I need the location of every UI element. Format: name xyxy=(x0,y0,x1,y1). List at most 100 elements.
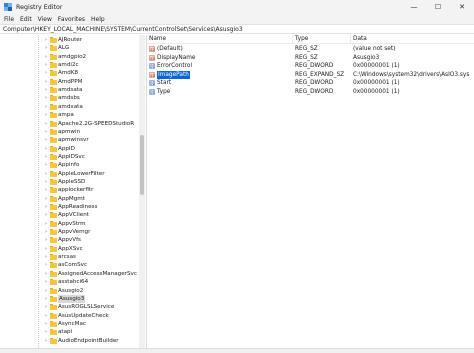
menu-help[interactable]: Help xyxy=(91,16,105,23)
tree-item[interactable]: › AudioEndpointBuilder xyxy=(0,337,140,345)
chevron-right-icon[interactable]: › xyxy=(43,236,49,244)
chevron-right-icon[interactable]: › xyxy=(43,44,49,52)
minimize-button[interactable]: — xyxy=(402,0,426,14)
tree-item[interactable]: › AppleLowerFilter xyxy=(0,170,140,178)
menu-view[interactable]: View xyxy=(38,16,52,23)
chevron-right-icon[interactable]: › xyxy=(43,111,49,119)
column-header-name[interactable]: Name xyxy=(147,35,293,44)
tree-item[interactable]: › AppvStrm xyxy=(0,220,140,228)
tree-item[interactable]: › atapi xyxy=(0,328,140,336)
tree-item[interactable]: › AppReadiness xyxy=(0,203,140,211)
chevron-right-icon[interactable]: › xyxy=(43,228,49,236)
chevron-right-icon[interactable]: › xyxy=(43,261,49,269)
chevron-right-icon[interactable]: › xyxy=(43,195,49,203)
chevron-right-icon[interactable]: › xyxy=(43,153,49,161)
bottom-scrollbar[interactable] xyxy=(0,348,474,353)
tree-item[interactable]: › AppMgmt xyxy=(0,195,140,203)
tree-item[interactable]: › AppXSvc xyxy=(0,245,140,253)
tree-item[interactable]: › Asusgio3 xyxy=(0,294,140,303)
tree-item[interactable]: › amdxata xyxy=(0,103,140,111)
chevron-right-icon[interactable]: › xyxy=(43,312,49,320)
tree-item[interactable]: › amdi2c xyxy=(0,61,140,69)
maximize-button[interactable]: ☐ xyxy=(426,0,450,14)
tree-item[interactable]: › AssignedAccessManagerSvc xyxy=(0,270,140,278)
tree-item[interactable]: › AJRouter xyxy=(0,36,140,44)
value-row[interactable]: ab ImagePath REG_EXPAND_SZ C:\Windows\syste… xyxy=(147,70,474,79)
chevron-right-icon[interactable]: › xyxy=(43,61,49,69)
value-row[interactable]: 01 Start REG_DWORD 0x00000001 (1) xyxy=(147,79,474,87)
tree-item[interactable]: › arcsas xyxy=(0,253,140,261)
chevron-right-icon[interactable]: › xyxy=(43,94,49,102)
menu-file[interactable]: File xyxy=(4,16,14,23)
chevron-right-icon[interactable]: › xyxy=(43,328,49,336)
chevron-right-icon[interactable]: › xyxy=(43,220,49,228)
tree-item[interactable]: › asstahci64 xyxy=(0,278,140,286)
chevron-right-icon[interactable]: › xyxy=(43,186,49,194)
chevron-right-icon[interactable]: › xyxy=(43,69,49,77)
chevron-right-icon[interactable]: › xyxy=(43,203,49,211)
folder-icon xyxy=(50,187,57,194)
menu-favorites[interactable]: Favorites xyxy=(58,16,85,23)
tree-item[interactable]: › AsusUpdateCheck xyxy=(0,312,140,320)
chevron-right-icon[interactable]: › xyxy=(43,278,49,286)
tree-scrollbar-thumb[interactable] xyxy=(140,135,144,195)
tree-item[interactable]: › amdsbs xyxy=(0,94,140,102)
chevron-right-icon[interactable]: › xyxy=(43,145,49,153)
tree-item-label: AssignedAccessManagerSvc xyxy=(58,270,137,277)
chevron-right-icon[interactable]: › xyxy=(43,120,49,128)
tree-item[interactable]: › Appinfo xyxy=(0,161,140,169)
column-header-type[interactable]: Type xyxy=(293,35,351,44)
chevron-right-icon[interactable]: › xyxy=(43,270,49,278)
chevron-right-icon[interactable]: › xyxy=(43,161,49,169)
folder-icon xyxy=(50,320,57,327)
tree-item[interactable]: › AppvVemgr xyxy=(0,228,140,236)
chevron-right-icon[interactable]: › xyxy=(43,303,49,311)
tree-item[interactable]: › apmwinsvr xyxy=(0,136,140,144)
chevron-right-icon[interactable]: › xyxy=(43,178,49,186)
tree-item[interactable]: › AppID xyxy=(0,145,140,153)
chevron-right-icon[interactable]: › xyxy=(43,170,49,178)
tree-item[interactable]: › apmwin xyxy=(0,128,140,136)
tree-item[interactable]: › Asusgio2 xyxy=(0,287,140,295)
tree-item[interactable]: › AsusROGLSLService xyxy=(0,303,140,311)
tree-item[interactable]: › asComSvc xyxy=(0,261,140,269)
tree-item[interactable]: › AppVClient xyxy=(0,211,140,219)
chevron-right-icon[interactable]: › xyxy=(43,78,49,86)
tree-item[interactable]: › amdgpio2 xyxy=(0,53,140,61)
chevron-right-icon[interactable]: › xyxy=(43,253,49,261)
chevron-right-icon[interactable]: › xyxy=(43,86,49,94)
tree-item[interactable]: › AmdK8 xyxy=(0,69,140,77)
tree-item[interactable]: › Apache2.2G-SPEEDStudioR xyxy=(0,120,140,128)
tree-item[interactable]: › AmdPPM xyxy=(0,78,140,86)
tree-item[interactable]: › amdsata xyxy=(0,86,140,94)
chevron-right-icon[interactable]: › xyxy=(43,136,49,144)
value-row[interactable]: ab (Default) REG_SZ (value not set) xyxy=(147,45,474,53)
column-header-data[interactable]: Data xyxy=(351,35,474,44)
close-button[interactable]: ✕ xyxy=(450,0,474,14)
folder-icon xyxy=(50,87,57,94)
address-bar[interactable]: Computer\HKEY_LOCAL_MACHINE\SYSTEM\Curre… xyxy=(0,24,474,34)
tree-item[interactable]: › applockerfltr xyxy=(0,186,140,194)
tree-item[interactable]: › ALG xyxy=(0,44,140,52)
tree-item[interactable]: › AppIDSvc xyxy=(0,153,140,161)
chevron-right-icon[interactable]: › xyxy=(43,287,49,295)
tree-item[interactable]: › AppvVfs xyxy=(0,236,140,244)
chevron-right-icon[interactable]: › xyxy=(43,295,49,303)
tree-item[interactable]: › AsyncMac xyxy=(0,320,140,328)
value-row[interactable]: 01 Type REG_DWORD 0x00000001 (1) xyxy=(147,88,474,96)
chevron-right-icon[interactable]: › xyxy=(43,36,49,44)
tree-item[interactable]: › ampa xyxy=(0,111,140,119)
chevron-right-icon[interactable]: › xyxy=(43,320,49,328)
menu-edit[interactable]: Edit xyxy=(20,16,32,23)
string-value-icon: ab xyxy=(149,54,155,61)
value-row[interactable]: 01 ErrorControl REG_DWORD 0x00000001 (1) xyxy=(147,62,474,70)
chevron-right-icon[interactable]: › xyxy=(43,245,49,253)
chevron-right-icon[interactable]: › xyxy=(43,211,49,219)
chevron-right-icon[interactable]: › xyxy=(43,53,49,61)
value-type: REG_EXPAND_SZ xyxy=(295,71,345,78)
chevron-right-icon[interactable]: › xyxy=(43,128,49,136)
chevron-right-icon[interactable]: › xyxy=(43,337,49,345)
value-row[interactable]: ab DisplayName REG_SZ Asusgio3 xyxy=(147,54,474,62)
chevron-right-icon[interactable]: › xyxy=(43,103,49,111)
tree-item[interactable]: › AppleSSD xyxy=(0,178,140,186)
